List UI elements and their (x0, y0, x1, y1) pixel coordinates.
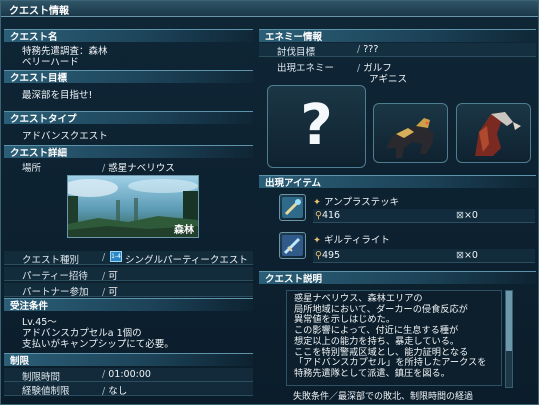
exp-limit-label: 経験値制限 (22, 386, 70, 397)
scrollbar-thumb[interactable] (506, 291, 512, 351)
place-label: 場所 (22, 163, 42, 174)
section-items: 出現アイテム (259, 175, 536, 189)
item-1-row (313, 209, 535, 223)
single-party-badge-icon: 1-4 (110, 251, 122, 262)
item-1-name: ✦ アンプラステッキ (313, 197, 400, 208)
quest-kind-slash: / (102, 252, 106, 263)
sword-icon (282, 235, 303, 256)
section-quest-goal: クエスト目標 (4, 70, 253, 84)
time-limit-label: 制限時間 (22, 372, 61, 383)
location-image: 森林 (62, 175, 199, 238)
description-scrollbar[interactable] (505, 290, 513, 388)
section-quest-name: クエスト名 (4, 29, 253, 43)
partner-label: パートナー参加 (22, 287, 89, 298)
appear-enemy-value2: アギニス (369, 74, 408, 85)
description-text: 惑星ナベリウス、森林エリアの 局所地域において、ダーカーの侵食反応が 異常値を示… (294, 293, 487, 379)
quest-name-line2: ベリーハード (22, 57, 79, 68)
target-value: / ??? (357, 44, 379, 55)
section-conditions: 受注条件 (4, 298, 253, 312)
time-limit-value: / 01:00:00 (102, 369, 151, 380)
party-invite-label: パーティー招待 (22, 271, 88, 282)
section-enemy-info: エネミー情報 (259, 29, 536, 43)
place-value: / 惑星ナベリウス (102, 163, 175, 174)
section-quest-detail: クエスト詳細 (4, 145, 253, 159)
quest-info-window: クエスト情報 クエスト名 特務先遣調査：森林 ベリーハード クエスト目標 最深部… (0, 0, 539, 405)
target-label: 討伐目標 (277, 47, 316, 58)
quest-kind-label: クエスト種別 (22, 255, 80, 266)
enemy-card-aginis[interactable] (456, 103, 531, 163)
item-2-count: ⊠×0 (456, 250, 478, 261)
quest-goal-text: 最深部を目指せ! (22, 90, 93, 101)
quest-type-text: アドバンスクエスト (22, 131, 108, 142)
item-1-level: ⚲416 (315, 210, 341, 221)
description-box: 惑星ナベリウス、森林エリアの 局所地域において、ダーカーの侵食反応が 異常値を示… (286, 290, 502, 386)
unknown-enemy-card[interactable]: ? (267, 85, 366, 168)
item-slot-1[interactable] (279, 194, 306, 221)
section-description: クエスト説明 (259, 271, 536, 285)
garf-wolf-icon (386, 118, 434, 158)
question-mark-icon: ? (300, 93, 333, 158)
quest-kind-value: シングルパーティークエスト (125, 255, 248, 266)
window-title: クエスト情報 (9, 6, 69, 17)
appear-enemy-label: 出現エネミー (277, 63, 335, 74)
exp-limit-value: / なし (102, 386, 128, 397)
item-slot-2[interactable] (279, 232, 306, 259)
section-quest-type: クエストタイプ (4, 111, 253, 125)
item-2-row (313, 249, 535, 263)
enemy-card-garf[interactable] (373, 103, 448, 163)
partner-value: / 可 (102, 287, 118, 298)
item-2-name: ✦ ギルティライト (313, 235, 390, 246)
rod-icon (282, 197, 303, 218)
aginis-bird-icon (475, 112, 521, 156)
party-invite-value: / 可 (102, 271, 118, 282)
title-bar: クエスト情報 (1, 1, 538, 17)
fail-condition: 失敗条件／最深部での敗北、制限時間の経過 (293, 392, 474, 402)
section-limits: 制限 (4, 353, 253, 367)
item-2-level: ⚲495 (315, 250, 341, 261)
item-1-count: ⊠×0 (456, 210, 478, 221)
condition-line3: 支払いがキャンプシップにて必要。 (22, 339, 174, 350)
location-image-caption: 森林 (174, 225, 194, 236)
